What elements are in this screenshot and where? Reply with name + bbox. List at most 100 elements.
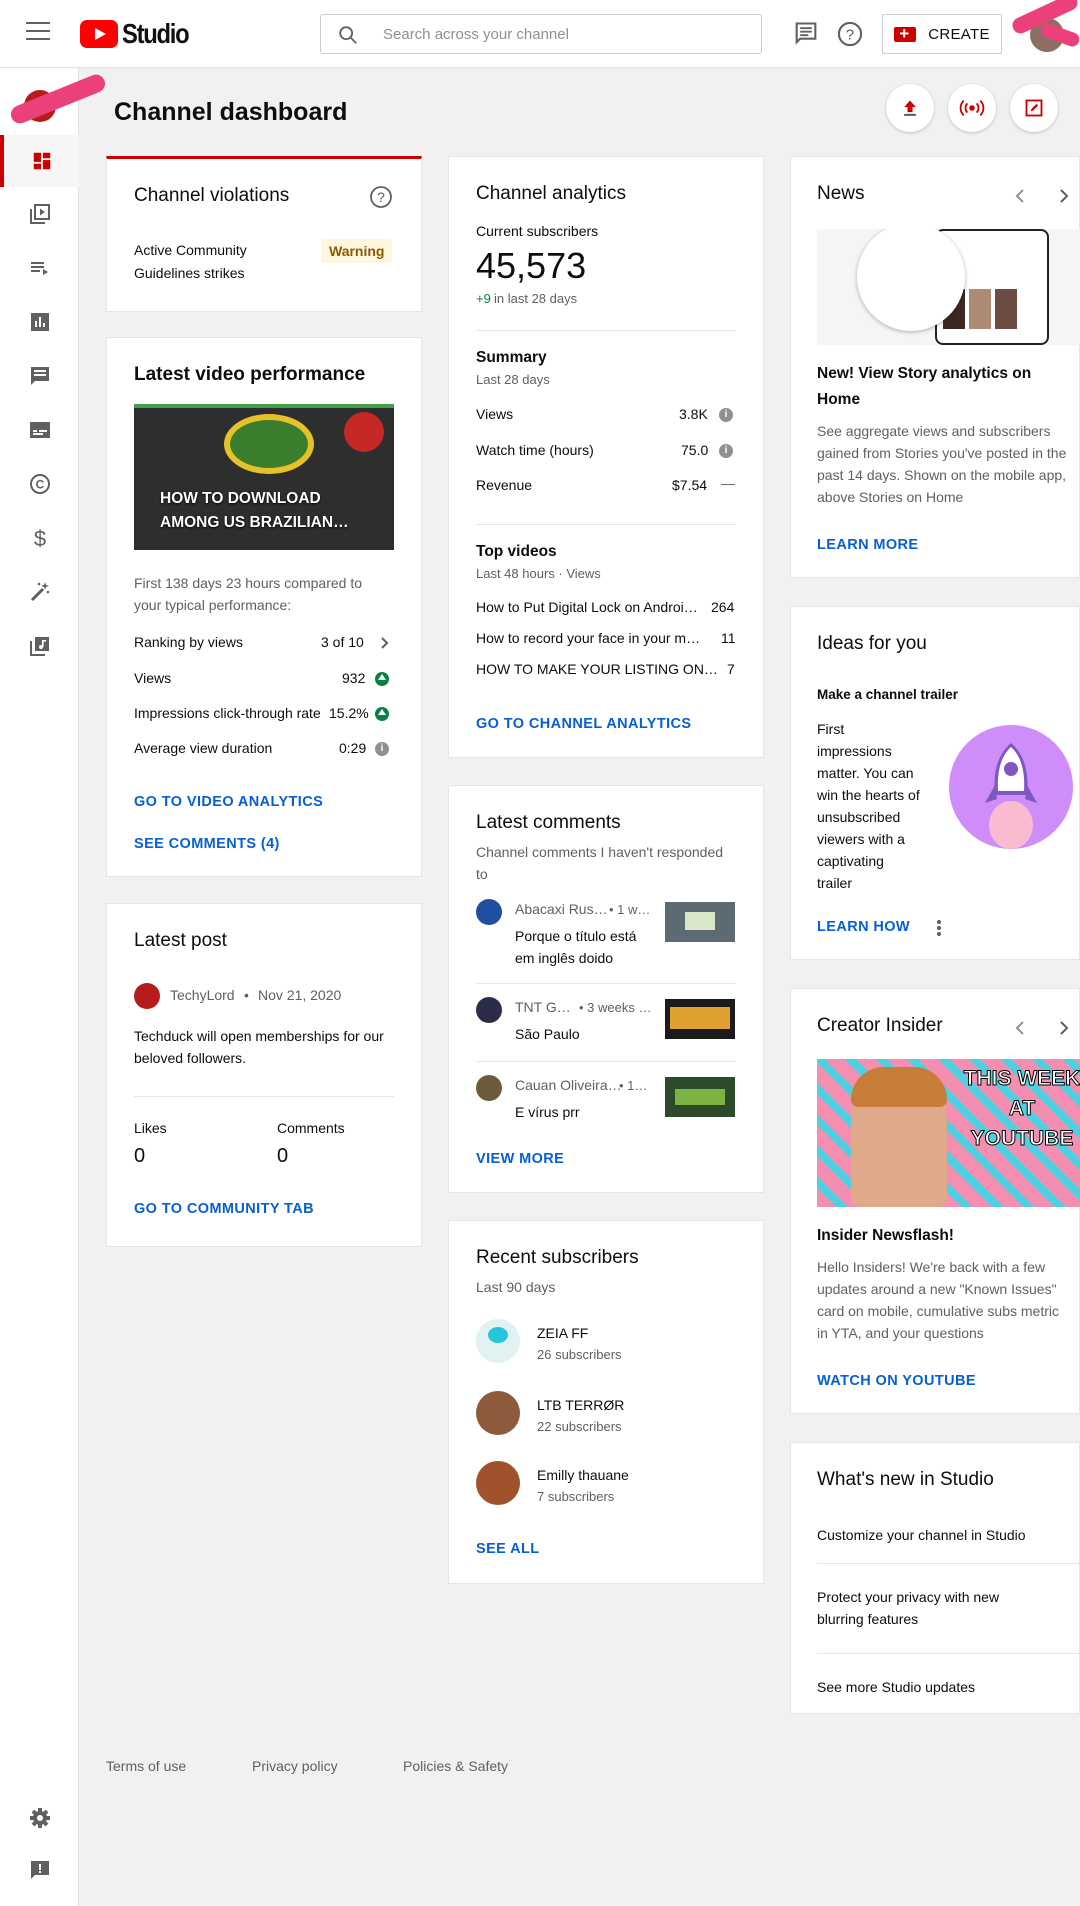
idea-body: matter. You can	[817, 765, 914, 781]
comment-video-thumbnail[interactable]	[665, 1077, 735, 1117]
news-body: past 14 days. Shown on the mobile app,	[817, 467, 1067, 483]
chevron-left-icon[interactable]	[1013, 1019, 1027, 1037]
compare-text: your typical performance:	[134, 597, 292, 613]
top-videos-title: Top videos	[476, 543, 557, 560]
subscriber-avatar[interactable]	[476, 1319, 520, 1363]
logo-text: Studio	[122, 18, 190, 49]
feedback-icon	[30, 1861, 49, 1879]
search-input[interactable]	[383, 15, 753, 53]
nav-subtitles[interactable]	[0, 404, 79, 456]
nav-analytics[interactable]	[0, 296, 79, 348]
insider-video-thumbnail[interactable]: THIS WEEK AT YOUTUBE	[817, 1059, 1080, 1207]
chevron-right-icon[interactable]	[1057, 187, 1071, 205]
info-icon[interactable]: i	[719, 444, 733, 458]
idea-body: captivating	[817, 853, 884, 869]
video-library-icon	[29, 204, 50, 224]
learn-more-link[interactable]: LEARN MORE	[817, 537, 918, 553]
nav-customization[interactable]	[0, 566, 79, 618]
update-item[interactable]: Protect your privacy with new	[817, 1589, 999, 1605]
news-body: See aggregate views and subscribers	[817, 423, 1051, 439]
chevron-right-icon[interactable]	[379, 636, 391, 650]
go-live-button[interactable]	[948, 84, 996, 132]
terms-link[interactable]: Terms of use	[106, 1758, 186, 1774]
see-all-link[interactable]: SEE ALL	[476, 1541, 540, 1557]
messages-icon[interactable]	[792, 20, 820, 48]
insider-body: in YTA, and your questions	[817, 1325, 984, 1341]
comment-author[interactable]: Cauan Oliveira…	[515, 1077, 622, 1093]
comment-video-thumbnail[interactable]	[665, 999, 735, 1039]
audio-library-icon	[29, 637, 49, 656]
top-video-title[interactable]: How to record your face in your m…	[476, 630, 700, 646]
subscriber-name[interactable]: ZEIA FF	[537, 1325, 588, 1341]
divider	[134, 1096, 394, 1097]
card-title: Channel violations	[134, 185, 290, 206]
create-button[interactable]: CREATE	[882, 14, 1002, 54]
top-videos-period: Last 48 hours · Views	[476, 566, 601, 581]
video-analytics-link[interactable]: GO TO VIDEO ANALYTICS	[134, 794, 323, 810]
info-icon[interactable]: i	[719, 408, 733, 422]
top-video-title[interactable]: How to Put Digital Lock on Androi…	[476, 599, 698, 615]
top-video-views: 11	[721, 630, 736, 646]
nav-monetization[interactable]: $	[0, 512, 79, 564]
update-item[interactable]: Customize your channel in Studio	[817, 1527, 1026, 1543]
playlist-icon	[30, 262, 48, 275]
comments-subtitle: to	[476, 866, 488, 882]
help-icon[interactable]: ?	[836, 20, 864, 48]
see-comments-link[interactable]: SEE COMMENTS (4)	[134, 836, 280, 852]
info-icon[interactable]: i	[375, 742, 389, 756]
nav-audio-library[interactable]	[0, 620, 79, 672]
nav-content[interactable]	[0, 188, 79, 240]
channel-analytics-link[interactable]: GO TO CHANNEL ANALYTICS	[476, 716, 691, 732]
update-item[interactable]: See more Studio updates	[817, 1679, 975, 1695]
subscriber-name[interactable]: Emilly thauane	[537, 1467, 629, 1483]
search-box[interactable]	[320, 14, 762, 54]
news-body: gained from Stories you've posted in the	[817, 445, 1067, 461]
analytics-icon	[30, 313, 49, 331]
news-headline: Home	[817, 391, 861, 408]
post-author[interactable]: TechyLord	[170, 987, 235, 1003]
more-vertical-icon[interactable]	[935, 919, 943, 937]
privacy-link[interactable]: Privacy policy	[252, 1758, 338, 1774]
create-post-button[interactable]	[1010, 84, 1058, 132]
nav-comments[interactable]	[0, 350, 79, 402]
subscriber-avatar[interactable]	[476, 1461, 520, 1505]
channel-analytics-card: Channel analytics Current subscribers 45…	[448, 156, 764, 758]
comment-author[interactable]: TNT G…	[515, 999, 571, 1015]
community-tab-link[interactable]: GO TO COMMUNITY TAB	[134, 1201, 314, 1217]
creator-insider-card: Creator Insider THIS WEEK AT YOUTUBE Ins…	[790, 988, 1080, 1414]
idea-body: First	[817, 721, 845, 737]
chevron-right-icon[interactable]	[1057, 1019, 1071, 1037]
watch-on-youtube-link[interactable]: WATCH ON YOUTUBE	[817, 1373, 976, 1389]
news-image[interactable]	[817, 229, 1080, 345]
upload-button[interactable]	[886, 84, 934, 132]
insider-body: Hello Insiders! We're back with a few	[817, 1259, 1046, 1275]
menu-icon[interactable]	[26, 22, 50, 42]
video-thumbnail[interactable]: HOW TO DOWNLOAD AMONG US BRAZILIAN…	[134, 404, 394, 550]
update-item[interactable]: blurring features	[817, 1611, 918, 1627]
metric-label: Ranking by views	[134, 634, 243, 650]
news-body: above Stories on Home	[817, 489, 964, 505]
dashboard-icon	[33, 152, 50, 170]
comment-author[interactable]: Abacaxi Rus…	[515, 901, 608, 917]
nav-playlists[interactable]	[0, 242, 79, 294]
chevron-left-icon[interactable]	[1013, 187, 1027, 205]
nav-copyright[interactable]: C	[0, 458, 79, 510]
subscriber-avatar[interactable]	[476, 1391, 520, 1435]
nav-feedback[interactable]	[0, 1844, 79, 1896]
help-icon[interactable]: ?	[369, 185, 393, 209]
nav-dashboard[interactable]	[0, 135, 79, 187]
magic-wand-icon	[30, 582, 49, 602]
top-video-title[interactable]: HOW TO MAKE YOUR LISTING ON…	[476, 661, 718, 677]
subscribers-period: Last 90 days	[476, 1279, 556, 1295]
studio-logo[interactable]: Studio	[80, 18, 200, 50]
nav-settings[interactable]	[0, 1792, 79, 1844]
view-more-link[interactable]: VIEW MORE	[476, 1151, 564, 1167]
policies-link[interactable]: Policies & Safety	[403, 1758, 508, 1774]
subscriber-name[interactable]: LTB TERRØR	[537, 1397, 624, 1413]
latest-comments-card: Latest comments Channel comments I haven…	[448, 785, 764, 1193]
subscriber-change: +9	[476, 291, 491, 306]
copyright-icon: C	[29, 474, 50, 494]
separator-dot: •	[244, 987, 249, 1003]
comment-video-thumbnail[interactable]	[665, 902, 735, 942]
learn-how-link[interactable]: LEARN HOW	[817, 919, 910, 935]
